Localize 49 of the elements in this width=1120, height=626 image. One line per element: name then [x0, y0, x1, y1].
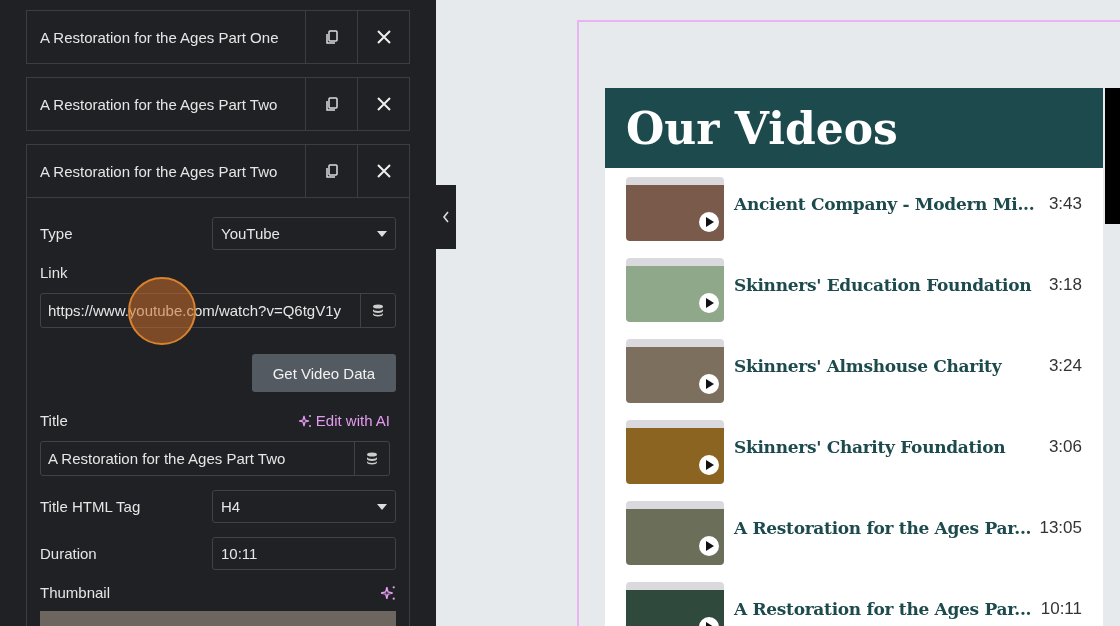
close-icon — [376, 164, 391, 178]
dynamic-input-field[interactable]: A Restoration for the Ages Part Two — [40, 441, 390, 476]
field-label: Thumbnail — [40, 584, 111, 601]
play-icon — [698, 454, 720, 476]
field-label: Type — [40, 225, 73, 242]
field-label: Title — [40, 412, 68, 429]
video-thumbnail[interactable] — [626, 420, 724, 484]
copy-icon — [323, 163, 340, 179]
get-video-data-button[interactable]: Get Video Data — [251, 354, 396, 392]
video-duration: 3:18 — [1048, 275, 1082, 295]
field-label: Link — [40, 264, 68, 281]
video-thumbnail[interactable] — [626, 177, 724, 241]
video-title[interactable]: Skinners' Almshouse Charity — [734, 356, 1043, 376]
play-icon — [698, 292, 720, 314]
close-icon — [376, 97, 391, 111]
database-icon — [366, 452, 378, 465]
select-field[interactable]: H4 — [212, 490, 396, 523]
play-icon — [698, 373, 720, 395]
text-field[interactable]: 10:11 — [212, 537, 396, 570]
video-thumbnail[interactable] — [626, 339, 724, 403]
repeater-item-title[interactable]: A Restoration for the Ages Part Two — [27, 145, 305, 197]
heading: Our Videos — [626, 102, 898, 154]
field-label: Title HTML Tag — [40, 498, 141, 515]
video-duration: 3:06 — [1048, 437, 1082, 457]
play-icon — [698, 535, 720, 557]
video-thumbnail[interactable] — [626, 258, 724, 322]
database-icon — [372, 304, 384, 317]
edit-with-ai-link[interactable]: Edit with AI — [297, 412, 390, 429]
caret-icon — [377, 503, 387, 510]
play-icon — [698, 211, 720, 233]
video-duration: 3:24 — [1048, 356, 1082, 376]
close-icon — [376, 30, 391, 44]
video-title[interactable]: Skinners' Education Foundation — [734, 275, 1043, 295]
copy-icon — [323, 29, 340, 45]
field-label: Duration — [40, 545, 97, 562]
copy-icon — [323, 96, 340, 112]
video-title[interactable]: Ancient Company - Modern Mi... — [734, 194, 1043, 214]
video-thumbnail[interactable] — [626, 501, 724, 565]
caret-icon — [377, 230, 387, 237]
chevron-left-icon — [442, 211, 450, 223]
select-field[interactable]: YouTube — [212, 217, 396, 250]
video-duration: 3:43 — [1048, 194, 1082, 214]
video-title[interactable]: A Restoration for the Ages Par... — [734, 599, 1035, 619]
sparkle-icon[interactable] — [380, 584, 396, 601]
video-duration: 13:05 — [1039, 518, 1082, 538]
video-title[interactable]: Skinners' Charity Foundation — [734, 437, 1043, 457]
sparkle-icon — [297, 413, 312, 428]
video-title[interactable]: A Restoration for the Ages Par... — [734, 518, 1034, 538]
video-duration: 10:11 — [1040, 599, 1082, 619]
